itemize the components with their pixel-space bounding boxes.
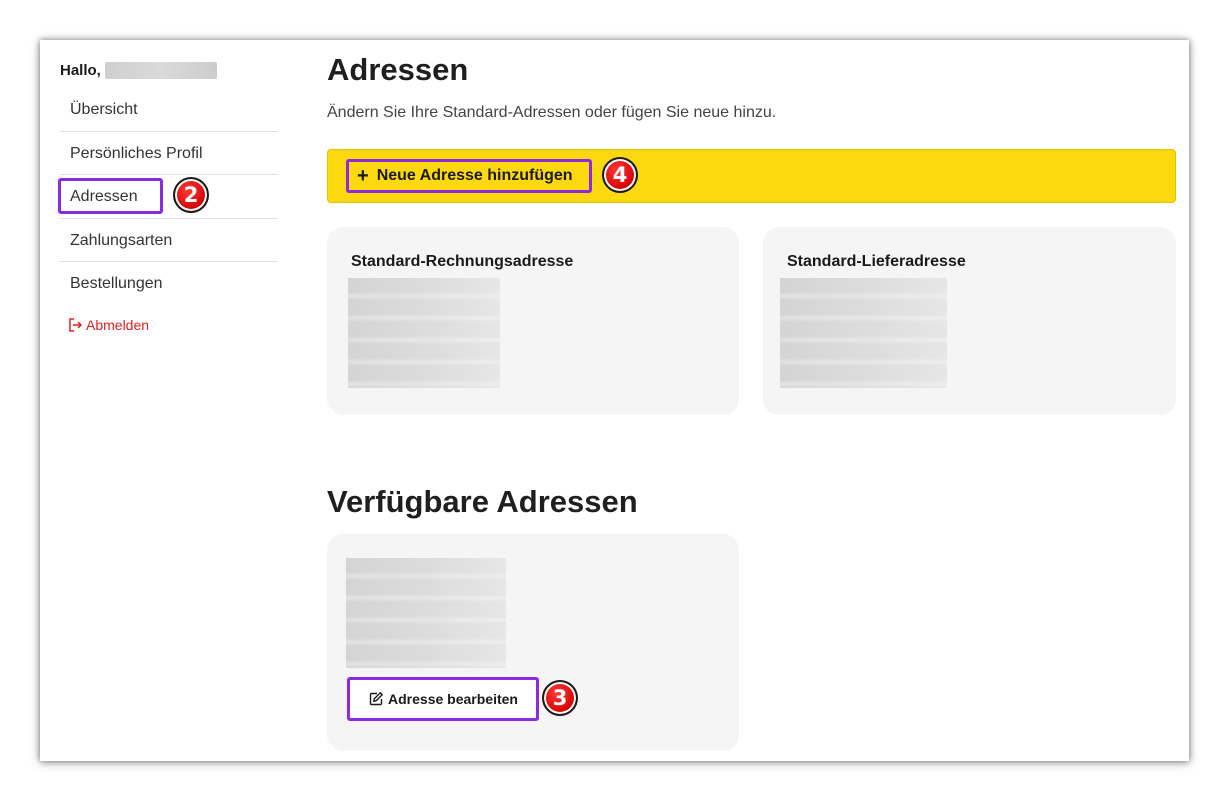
add-address-label: Neue Adresse hinzufügen: [376, 167, 573, 184]
logout-label: Abmelden: [86, 316, 150, 333]
annotation-badge: 3: [542, 680, 578, 716]
shipping-card-title: Standard-Lieferadresse: [787, 253, 966, 270]
sidebar-item-label: Zahlungsarten: [70, 231, 173, 249]
redacted-address: [348, 278, 500, 388]
logout-icon: [69, 317, 83, 332]
billing-address-card: Standard-Rechnungsadresse: [327, 227, 739, 415]
browser-frame: Hallo, Übersicht Persönliches Profil Adr…: [40, 40, 1189, 761]
redacted-address: [346, 558, 506, 668]
add-address-bar: + Neue Adresse hinzufügen: [327, 149, 1176, 203]
sidebar-item-label: Bestellungen: [70, 275, 163, 292]
edit-icon: [369, 691, 384, 706]
sidebar-nav: Übersicht Persönliches Profil Adressen Z…: [58, 88, 278, 306]
greeting-text: Hallo,: [60, 61, 101, 79]
greeting: Hallo,: [60, 60, 278, 80]
edit-address-label: Adresse bearbeiten: [388, 691, 518, 707]
sidebar-item-zahlungsarten[interactable]: Zahlungsarten: [60, 219, 278, 262]
sidebar-item-profil[interactable]: Persönliches Profil: [60, 132, 278, 175]
sidebar-item-label: Persönliches Profil: [70, 144, 203, 162]
account-sidebar: Hallo, Übersicht Persönliches Profil Adr…: [58, 60, 278, 333]
logout-link[interactable]: Abmelden: [60, 317, 278, 333]
annotation-badge: 4: [602, 157, 638, 193]
sidebar-item-label: Adressen: [70, 188, 138, 205]
shipping-address-card: Standard-Lieferadresse: [763, 227, 1176, 415]
available-address-card: Adresse bearbeiten: [327, 534, 739, 751]
plus-icon: +: [357, 165, 369, 187]
redacted-address: [780, 278, 947, 388]
billing-card-title: Standard-Rechnungsadresse: [351, 253, 574, 270]
page-subtitle: Ändern Sie Ihre Standard-Adressen oder f…: [327, 104, 777, 121]
add-address-button[interactable]: + Neue Adresse hinzufügen: [346, 159, 592, 193]
redacted-username: [104, 61, 217, 79]
sidebar-item-bestellungen[interactable]: Bestellungen: [60, 262, 278, 306]
annotation-badge: 2: [173, 177, 209, 213]
sidebar-item-uebersicht[interactable]: Übersicht: [60, 88, 278, 132]
available-addresses-title: Verfügbare Adressen: [327, 484, 638, 519]
sidebar-item-adressen[interactable]: Adressen: [58, 175, 278, 219]
page-title: Adressen: [327, 52, 469, 87]
sidebar-item-label: Übersicht: [70, 101, 138, 118]
edit-address-button[interactable]: Adresse bearbeiten: [347, 677, 539, 721]
